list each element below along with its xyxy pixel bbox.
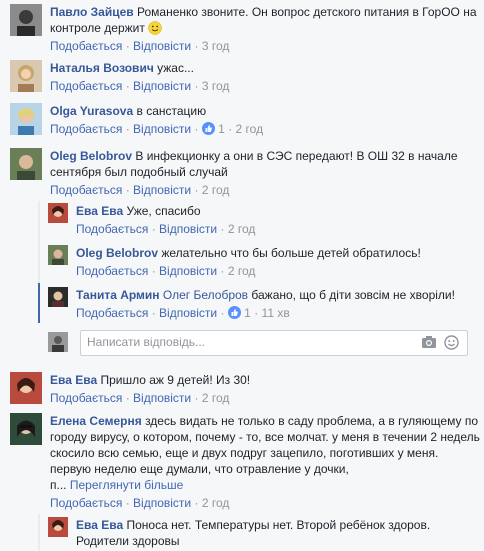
reply-button[interactable]: Відповісти	[159, 222, 217, 236]
see-more-link[interactable]: Переглянути більше	[70, 478, 184, 492]
avatar[interactable]	[10, 103, 42, 135]
comment-author[interactable]: Olga Yurasova	[50, 104, 133, 118]
reply-thread-line	[38, 514, 40, 551]
like-button[interactable]: Подобається	[50, 183, 122, 197]
reply-input[interactable]	[81, 331, 393, 353]
reply-input-box	[80, 330, 468, 356]
avatar-portrait-icon	[10, 4, 42, 36]
like-button[interactable]: Подобається	[50, 496, 122, 510]
reply-text: Поноса нет. Температуры нет. Второй ребё…	[76, 518, 431, 548]
reply-button[interactable]: Відповісти	[133, 496, 191, 510]
current-user-avatar	[48, 332, 68, 352]
reply-author[interactable]: Ева Ева	[76, 204, 123, 218]
avatar-portrait-icon	[10, 60, 42, 92]
emoji-icon[interactable]	[444, 335, 459, 353]
reply-author[interactable]: Oleg Belobrov	[76, 246, 158, 260]
timestamp[interactable]: 2 год	[202, 496, 230, 510]
avatar[interactable]	[48, 517, 68, 537]
like-button[interactable]: Подобається	[76, 306, 148, 320]
comment-text: ужас...	[157, 61, 194, 75]
comment-author[interactable]: Наталья Возович	[50, 61, 154, 75]
avatar-portrait-icon	[48, 517, 68, 537]
like-button[interactable]: Подобається	[50, 39, 122, 53]
timestamp[interactable]: 11 хв	[262, 306, 290, 320]
reply-author[interactable]: Ева Ева	[76, 518, 123, 532]
avatar-portrait-icon	[48, 287, 68, 307]
camera-icon[interactable]	[421, 335, 437, 352]
timestamp[interactable]: 3 год	[202, 79, 230, 93]
reply-button[interactable]: Відповісти	[133, 183, 191, 197]
avatar-portrait-icon	[48, 203, 68, 223]
smile-emoji-icon	[148, 21, 162, 35]
comment-author[interactable]: Павло Зайцев	[50, 5, 134, 19]
timestamp[interactable]: 2 год	[202, 183, 230, 197]
reply-author[interactable]: Танита Армин	[76, 288, 160, 302]
comment-text: Пришло аж 9 детей! Из 30!	[100, 373, 251, 387]
timestamp[interactable]: 2 год	[202, 391, 230, 405]
avatar-portrait-icon	[48, 245, 68, 265]
comment-text-end: п...	[50, 478, 67, 492]
avatar[interactable]	[48, 287, 68, 307]
reply-button[interactable]: Відповісти	[159, 264, 217, 278]
like-button[interactable]: Подобається	[50, 391, 122, 405]
avatar-portrait-icon	[48, 332, 68, 352]
avatar[interactable]	[10, 413, 42, 445]
like-button[interactable]: Подобається	[76, 264, 148, 278]
reply-button[interactable]: Відповісти	[159, 306, 217, 320]
comment-author[interactable]: Елена Семерня	[50, 414, 142, 428]
comment-author[interactable]: Oleg Belobrov	[50, 149, 132, 163]
reply-text: Уже, спасибо	[126, 204, 201, 218]
like-count[interactable]: 1	[218, 122, 225, 136]
avatar[interactable]	[10, 4, 42, 36]
like-button[interactable]: Подобається	[50, 122, 122, 136]
thumbs-up-icon[interactable]	[201, 122, 215, 139]
like-button[interactable]: Подобається	[50, 79, 122, 93]
reply-button[interactable]: Відповісти	[133, 122, 191, 136]
reply-text: бажано, що б діти зовсім не хворіли!	[251, 288, 455, 302]
avatar[interactable]	[48, 203, 68, 223]
avatar-portrait-icon	[10, 103, 42, 135]
timestamp[interactable]: 2 год	[228, 222, 256, 236]
active-reply-indicator	[38, 283, 40, 323]
like-count[interactable]: 1	[244, 306, 251, 320]
like-button[interactable]: Подобається	[76, 222, 148, 236]
mention-link[interactable]: Олег Белобров	[163, 288, 248, 302]
avatar-portrait-icon	[10, 148, 42, 180]
avatar[interactable]	[10, 148, 42, 180]
avatar[interactable]	[10, 60, 42, 92]
reply-text: желательно что бы больше детей обратилос…	[161, 246, 421, 260]
comment-author[interactable]: Ева Ева	[50, 373, 97, 387]
avatar[interactable]	[10, 372, 42, 404]
avatar[interactable]	[48, 245, 68, 265]
timestamp[interactable]: 2 год	[236, 122, 264, 136]
comment-text: в санстацию	[136, 104, 207, 118]
reply-button[interactable]: Відповісти	[133, 391, 191, 405]
reply-button[interactable]: Відповісти	[133, 39, 191, 53]
reply-button[interactable]: Відповісти	[133, 79, 191, 93]
timestamp[interactable]: 3 год	[202, 39, 230, 53]
avatar-portrait-icon	[10, 413, 42, 445]
avatar-portrait-icon	[10, 372, 42, 404]
thumbs-up-icon[interactable]	[227, 306, 241, 323]
timestamp[interactable]: 2 год	[228, 264, 256, 278]
